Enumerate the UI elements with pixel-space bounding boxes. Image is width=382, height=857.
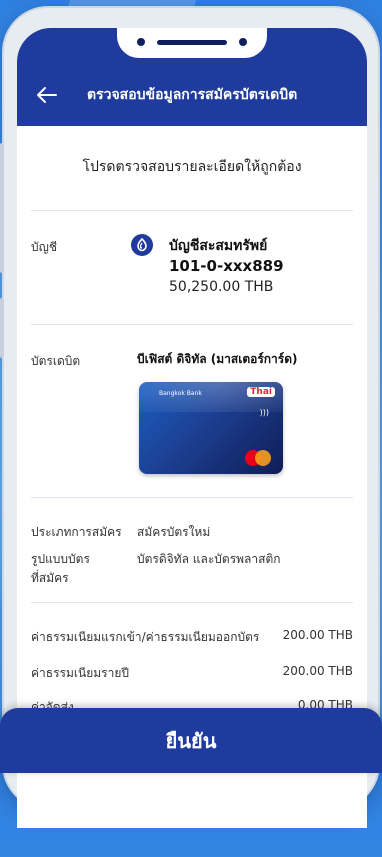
divider <box>31 497 353 498</box>
back-arrow-icon[interactable] <box>35 86 59 104</box>
bank-logo-icon <box>131 234 153 256</box>
card-bank-text: Bangkok Bank <box>159 390 202 397</box>
phone-frame: ตรวจสอบข้อมูลการสมัครบัตรเดบิต โปรดตรวจส… <box>0 8 378 828</box>
page-title: ตรวจสอบข้อมูลการสมัครบัตรเดบิต <box>87 87 298 103</box>
account-number: 101-0-xxx889 <box>169 257 284 275</box>
phone-notch <box>117 28 267 58</box>
card-brand-logo: Thai <box>247 387 275 397</box>
application-type-label: ประเภทการสมัคร <box>31 525 122 539</box>
divider <box>31 324 353 325</box>
contactless-icon: ))) <box>259 408 269 417</box>
app-header: ตรวจสอบข้อมูลการสมัครบัตรเดบิต <box>17 28 367 126</box>
card-format-value: บัตรดิจิทัล และบัตรพลาสติก <box>137 552 281 566</box>
fee-label: ค่าธรรมเนียมแรกเข้า/ค่าธรรมเนียมออกบัตร <box>31 630 260 644</box>
account-balance: 50,250.00 THB <box>169 279 274 295</box>
confirm-button-label: ยืนยัน <box>165 728 217 753</box>
fee-value: 200.00 THB <box>282 628 353 642</box>
mastercard-logo-orange <box>255 450 271 466</box>
instruction-text: โปรดตรวจสอบรายละเอียดให้ถูกต้อง <box>82 159 302 175</box>
card-format-label-2: ที่สมัคร <box>31 571 69 585</box>
divider <box>31 602 353 603</box>
speaker-icon <box>157 40 227 45</box>
card-format-label: รูปแบบบัตร <box>31 552 90 566</box>
side-button <box>0 298 4 358</box>
side-button <box>0 143 4 273</box>
application-type-value: สมัครบัตรใหม่ <box>137 525 211 539</box>
debit-card-image: Bangkok Bank Thai ))) <box>139 382 283 474</box>
fee-label: ค่าธรรมเนียมรายปี <box>31 666 129 680</box>
debit-card-name: บีเฟิสต์ ดิจิทัล (มาสเตอร์การ์ด) <box>137 352 298 366</box>
sensor-icon <box>239 38 247 46</box>
divider <box>31 210 353 211</box>
account-label: บัญชี <box>31 240 57 254</box>
account-type: บัญชีสะสมทรัพย์ <box>169 238 268 254</box>
fee-value: 200.00 THB <box>282 664 353 678</box>
confirm-button[interactable]: ยืนยัน <box>0 708 382 773</box>
debit-card-label: บัตรเดบิต <box>31 354 81 368</box>
camera-icon <box>137 38 145 46</box>
